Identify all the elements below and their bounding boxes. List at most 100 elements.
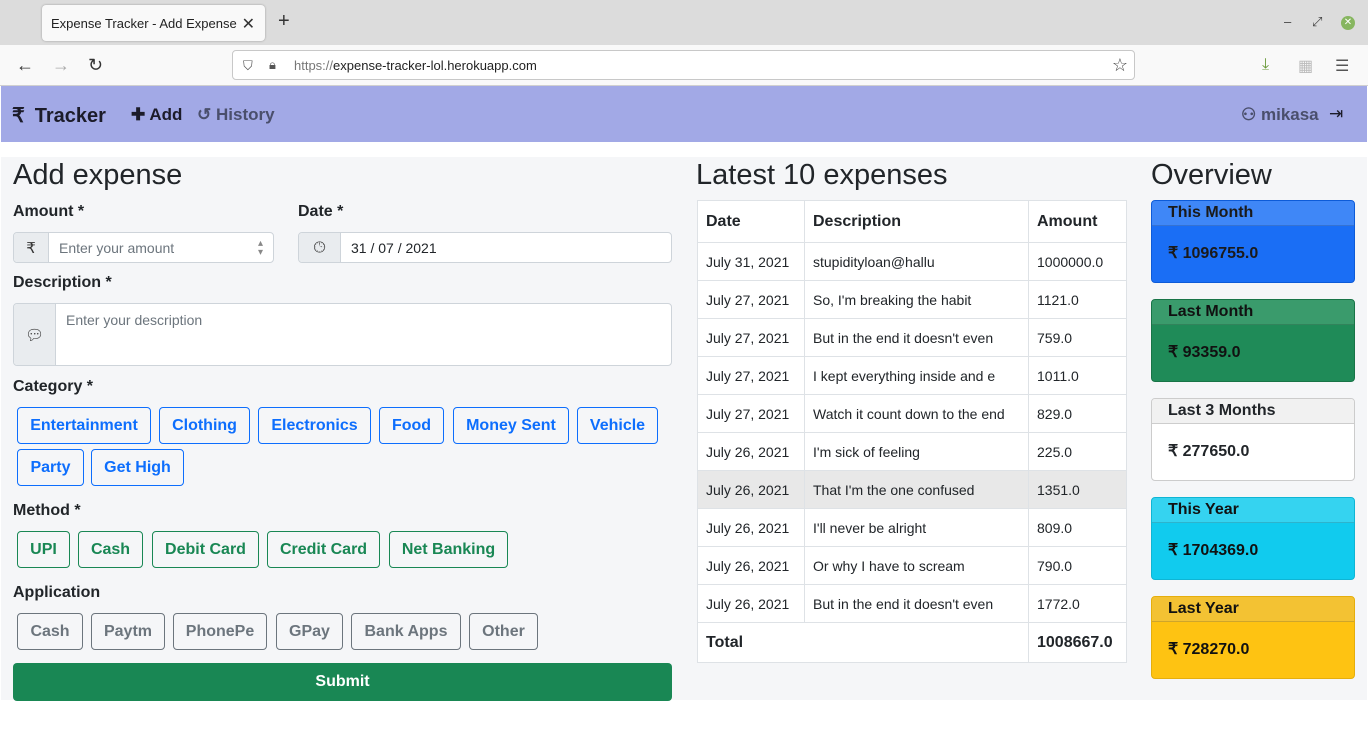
row-amount: 759.0 xyxy=(1028,318,1127,357)
row-amount: 1772.0 xyxy=(1028,584,1127,623)
table-header-row: Date Description Amount xyxy=(697,200,1127,243)
application-label: Application xyxy=(13,584,101,601)
card-title: Last Month xyxy=(1152,300,1354,325)
row-date: July 26, 2021 xyxy=(697,584,805,623)
row-description: I kept everything inside and e xyxy=(804,356,1029,395)
table-row[interactable]: July 27, 2021 Watch it count down to the … xyxy=(697,394,1127,433)
url-bar[interactable]: ⛉ 🔒︎ https://expense-tracker-lol.herokua… xyxy=(232,50,1135,80)
row-date: July 26, 2021 xyxy=(697,432,805,471)
window-close-icon[interactable]: ✕ xyxy=(1341,16,1355,30)
nav-user[interactable]: ⚇ mikasa xyxy=(1241,105,1319,125)
latest-title: Latest 10 expenses xyxy=(696,159,948,191)
description-textarea[interactable]: Enter your description xyxy=(56,304,671,365)
method-upi[interactable]: UPI xyxy=(17,531,70,568)
application-cash[interactable]: Cash xyxy=(17,613,83,650)
url-text[interactable]: https://expense-tracker-lol.herokuapp.co… xyxy=(294,58,537,73)
date-label: Date * xyxy=(298,203,344,220)
card-this-year: This Year ₹ 1704369.0 xyxy=(1151,497,1355,580)
row-description: That I'm the one confused xyxy=(804,470,1029,509)
table-row[interactable]: July 26, 2021 Or why I have to scream 790.… xyxy=(697,546,1127,585)
category-party[interactable]: Party xyxy=(17,449,84,486)
table-row[interactable]: July 26, 2021 But in the end it doesn't e… xyxy=(697,584,1127,623)
category-clothing[interactable]: Clothing xyxy=(159,407,250,444)
back-icon[interactable]: ← xyxy=(16,54,34,76)
row-date: July 26, 2021 xyxy=(697,470,805,509)
nav-add-label: Add xyxy=(149,105,183,124)
forward-icon[interactable]: → xyxy=(52,54,70,76)
spinner-icon[interactable]: ▴ ▾ xyxy=(258,239,263,258)
description-label: Description * xyxy=(13,274,112,291)
card-title: Last Year xyxy=(1152,597,1354,622)
row-amount: 1000000.0 xyxy=(1028,242,1127,281)
reload-icon[interactable]: ↻ xyxy=(88,54,103,76)
category-money-sent[interactable]: Money Sent xyxy=(453,407,569,444)
new-tab-icon[interactable]: + xyxy=(278,11,290,31)
category-electronics[interactable]: Electronics xyxy=(258,407,371,444)
category-get-high[interactable]: Get High xyxy=(91,449,184,486)
category-vehicle[interactable]: Vehicle xyxy=(577,407,658,444)
comment-icon: 💬︎ xyxy=(14,304,56,365)
card-value: ₹ 1096755.0 xyxy=(1168,245,1259,262)
row-amount: 809.0 xyxy=(1028,508,1127,547)
application-phonepe[interactable]: PhonePe xyxy=(173,613,267,650)
row-date: July 27, 2021 xyxy=(697,280,805,319)
row-date: July 27, 2021 xyxy=(697,356,805,395)
application-bank-apps[interactable]: Bank Apps xyxy=(351,613,461,650)
application-other[interactable]: Other xyxy=(469,613,538,650)
history-icon: ↺ xyxy=(197,105,212,124)
shield-icon[interactable]: ⛉ xyxy=(243,58,253,74)
method-debit-card[interactable]: Debit Card xyxy=(152,531,259,568)
row-amount: 829.0 xyxy=(1028,394,1127,433)
amount-input[interactable]: Enter your amount xyxy=(49,233,273,262)
date-input[interactable]: 31 / 07 / 2021 xyxy=(341,233,671,262)
table-row[interactable]: July 27, 2021 I kept everything inside an… xyxy=(697,356,1127,395)
category-entertainment[interactable]: Entertainment xyxy=(17,407,151,444)
clock-icon: 🕒︎ xyxy=(299,233,341,262)
tab-close-icon[interactable]: ✕ xyxy=(242,14,255,34)
bookmark-star-icon[interactable]: ☆ xyxy=(1112,55,1128,76)
method-label: Method * xyxy=(13,502,81,519)
expenses-table: Date Description Amount July 31, 2021 stu… xyxy=(697,200,1127,663)
row-date: July 26, 2021 xyxy=(697,508,805,547)
row-amount: 225.0 xyxy=(1028,432,1127,471)
method-credit-card[interactable]: Credit Card xyxy=(267,531,380,568)
card-last-3-months: Last 3 Months ₹ 277650.0 xyxy=(1151,398,1355,481)
table-row[interactable]: July 26, 2021 I'm sick of feeling 225.0 xyxy=(697,432,1127,471)
card-value: ₹ 1704369.0 xyxy=(1168,542,1259,559)
lock-icon[interactable]: 🔒︎ xyxy=(269,57,276,73)
application-paytm[interactable]: Paytm xyxy=(91,613,165,650)
app: ₹ Tracker ✚ Add ↺ History ⚇ mikasa ⇥ Add … xyxy=(1,86,1367,745)
card-title: This Year xyxy=(1152,498,1354,523)
header-amount: Amount xyxy=(1028,200,1127,243)
nav-add-link[interactable]: ✚ Add xyxy=(131,105,182,125)
table-row[interactable]: July 27, 2021 So, I'm breaking the habit 1… xyxy=(697,280,1127,319)
submit-button[interactable]: Submit xyxy=(13,663,672,701)
category-food[interactable]: Food xyxy=(379,407,444,444)
row-date: July 26, 2021 xyxy=(697,546,805,585)
card-value: ₹ 93359.0 xyxy=(1168,344,1241,361)
restore-icon[interactable]: ⤢ xyxy=(1312,14,1322,30)
logout-icon[interactable]: ⇥ xyxy=(1329,104,1343,124)
form-title: Add expense xyxy=(13,159,183,191)
table-row[interactable]: July 31, 2021 stupidityloan@hallu 1000000.… xyxy=(697,242,1127,281)
minimize-icon[interactable]: – xyxy=(1284,14,1291,29)
table-row[interactable]: July 26, 2021 I'll never be alright 809.0 xyxy=(697,508,1127,547)
nav-history-label: History xyxy=(215,105,275,124)
application-gpay[interactable]: GPay xyxy=(276,613,343,650)
table-row[interactable]: July 26, 2021 That I'm the one confused 13… xyxy=(697,470,1127,509)
method-net-banking[interactable]: Net Banking xyxy=(389,531,508,568)
method-cash[interactable]: Cash xyxy=(78,531,143,568)
row-date: July 27, 2021 xyxy=(697,318,805,357)
amount-input-group: ₹ Enter your amount ▴ ▾ xyxy=(13,232,274,263)
rupee-icon: ₹ xyxy=(14,233,49,262)
menu-icon[interactable]: ☰ xyxy=(1335,56,1349,76)
table-row[interactable]: July 27, 2021 But in the end it doesn't e… xyxy=(697,318,1127,357)
card-this-month: This Month ₹ 1096755.0 xyxy=(1151,200,1355,283)
nav-history-link[interactable]: ↺ History xyxy=(197,105,275,125)
download-icon[interactable]: ⤓ xyxy=(1262,56,1269,74)
description-input-group: 💬︎ Enter your description xyxy=(13,303,672,366)
brand[interactable]: ₹ Tracker xyxy=(12,103,106,128)
row-description: I'm sick of feeling xyxy=(804,432,1029,471)
extension-icon[interactable]: ▦ xyxy=(1298,56,1313,76)
browser-tab[interactable]: Expense Tracker - Add Expense ✕ xyxy=(42,5,265,41)
